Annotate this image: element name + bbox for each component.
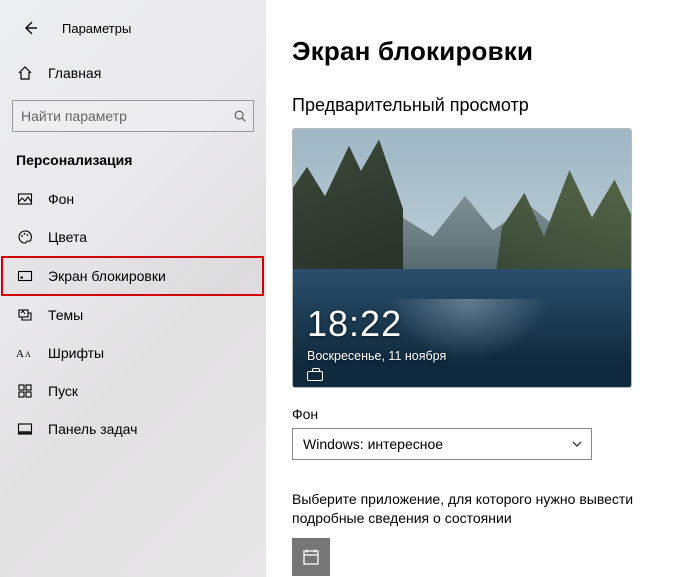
- nav-label: Фон: [48, 191, 74, 207]
- settings-sidebar: Параметры Главная Персонализация Фон: [0, 0, 266, 577]
- lockscreen-icon: [16, 267, 34, 285]
- svg-text:A: A: [16, 348, 24, 360]
- sidebar-group-label: Персонализация: [0, 142, 266, 180]
- app-status-hint: Выберите приложение, для которого нужно …: [292, 490, 672, 528]
- background-dropdown[interactable]: Windows: интересное: [292, 428, 592, 460]
- nav-label: Цвета: [48, 229, 87, 245]
- lockscreen-time: 18:22: [307, 303, 402, 345]
- svg-text:A: A: [25, 350, 31, 359]
- sidebar-item-themes[interactable]: Темы: [0, 296, 266, 334]
- search-input[interactable]: [21, 108, 223, 124]
- sidebar-item-background[interactable]: Фон: [0, 180, 266, 218]
- nav-label: Темы: [48, 307, 83, 323]
- themes-icon: [16, 306, 34, 324]
- nav-label: Экран блокировки: [48, 268, 166, 284]
- nav-label: Пуск: [48, 383, 78, 399]
- background-field-label: Фон: [292, 406, 700, 422]
- content-area: Экран блокировки Предварительный просмот…: [266, 0, 700, 577]
- sidebar-item-lockscreen[interactable]: Экран блокировки: [1, 256, 264, 296]
- taskbar-icon: [16, 420, 34, 438]
- background-dropdown-value: Windows: интересное: [303, 436, 443, 452]
- lockscreen-date: Воскресенье, 11 ноября: [307, 349, 446, 363]
- sidebar-item-fonts[interactable]: AA Шрифты: [0, 334, 266, 372]
- page-title: Экран блокировки: [292, 36, 700, 67]
- picture-icon: [16, 190, 34, 208]
- detailed-status-app-tile[interactable]: [292, 538, 330, 576]
- settings-title: Параметры: [62, 21, 131, 36]
- lockscreen-status-icon: [307, 371, 323, 381]
- palette-icon: [16, 228, 34, 246]
- start-icon: [16, 382, 34, 400]
- fonts-icon: AA: [16, 344, 34, 362]
- back-button[interactable]: [16, 14, 44, 42]
- arrow-left-icon: [22, 20, 38, 36]
- lockscreen-preview: 18:22 Воскресенье, 11 ноября: [292, 128, 632, 388]
- home-icon: [16, 64, 34, 82]
- search-box[interactable]: [12, 100, 254, 132]
- nav-label: Шрифты: [48, 345, 104, 361]
- sidebar-home-label: Главная: [48, 65, 101, 81]
- sidebar-home[interactable]: Главная: [0, 54, 266, 92]
- calendar-icon: [301, 547, 321, 567]
- sidebar-item-colors[interactable]: Цвета: [0, 218, 266, 256]
- nav-label: Панель задач: [48, 421, 137, 437]
- sidebar-item-taskbar[interactable]: Панель задач: [0, 410, 266, 448]
- sidebar-item-start[interactable]: Пуск: [0, 372, 266, 410]
- preview-heading: Предварительный просмотр: [292, 95, 700, 116]
- search-icon: [233, 109, 247, 123]
- chevron-down-icon: [571, 438, 583, 450]
